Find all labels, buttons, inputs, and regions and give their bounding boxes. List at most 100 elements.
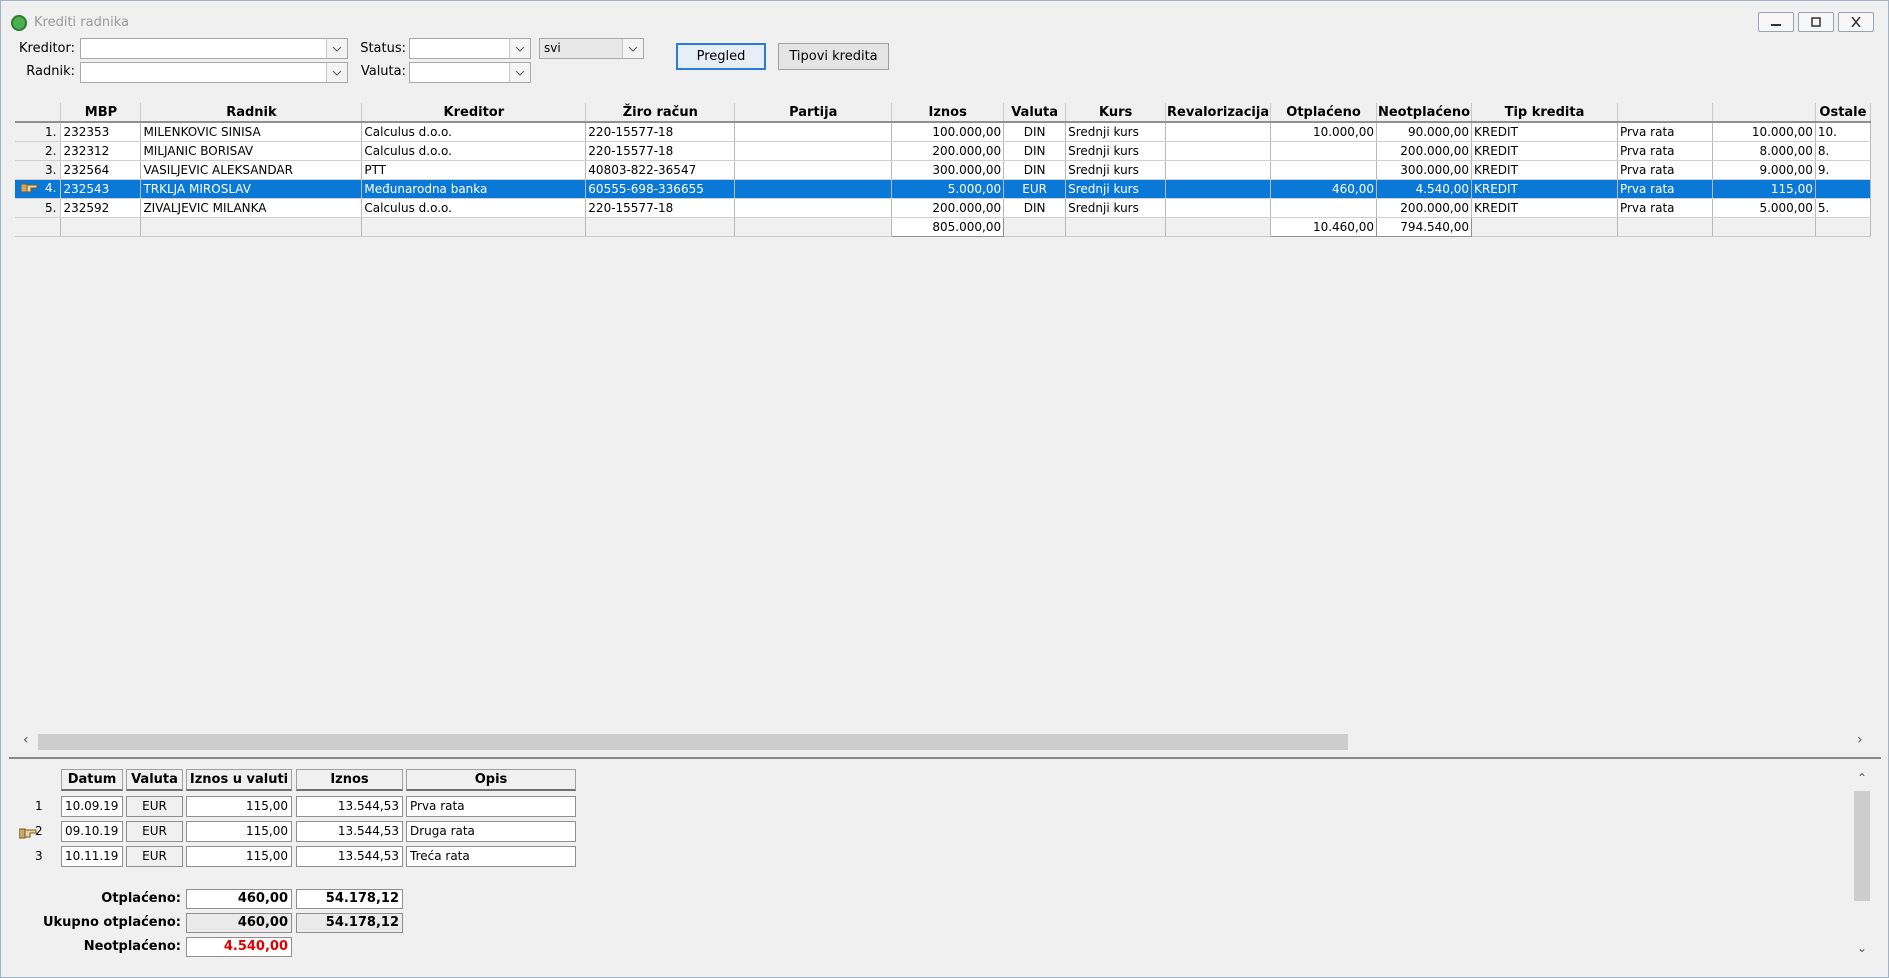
cell-partija[interactable] xyxy=(734,160,893,180)
cell-iznos[interactable]: 200.000,00 xyxy=(891,198,1005,218)
cell-opis[interactable]: Prva rata xyxy=(1617,198,1713,218)
cell-valuta[interactable]: DIN xyxy=(1003,122,1067,142)
cell-mbp[interactable]: 232564 xyxy=(60,160,142,180)
detail-header-valuta[interactable]: Valuta xyxy=(126,769,183,791)
table-row[interactable]: 3. 232564 VASILJEVIC ALEKSANDAR PTT 40803-82… xyxy=(15,160,1871,180)
valuta-cell[interactable]: EUR xyxy=(126,821,183,842)
cell-revalorizacija[interactable] xyxy=(1165,122,1272,142)
cell-kurs[interactable]: Srednji kurs xyxy=(1065,141,1167,161)
row-number[interactable]: 2. xyxy=(15,141,62,161)
col-header-rata[interactable] xyxy=(1712,103,1816,123)
cell-otplaceno[interactable]: 460,00 xyxy=(1270,179,1378,199)
cell-valuta[interactable]: DIN xyxy=(1003,141,1067,161)
detail-header-iznos[interactable]: Iznos xyxy=(296,769,403,791)
cell-iznos[interactable]: 100.000,00 xyxy=(891,122,1005,142)
cell-ziro[interactable]: 220-15577-18 xyxy=(585,141,736,161)
cell-valuta[interactable]: EUR xyxy=(1003,179,1067,199)
opis-cell[interactable]: Druga rata xyxy=(406,821,576,842)
cell-ostale[interactable]: 9. xyxy=(1815,160,1871,180)
cell-kreditor[interactable]: Calculus d.o.o. xyxy=(361,198,587,218)
table-row[interactable]: 4. 232543 TRKLJA MIROSLAV Međunarodna banka… xyxy=(15,179,1871,199)
detail-vertical-scrollbar[interactable]: ⌃ ⌄ xyxy=(1853,771,1871,957)
cell-revalorizacija[interactable] xyxy=(1165,179,1272,199)
scroll-down-icon[interactable]: ⌄ xyxy=(1857,941,1867,955)
cell-mbp[interactable]: 232353 xyxy=(60,122,142,142)
valuta-cell[interactable]: EUR xyxy=(126,796,183,817)
cell-rata[interactable]: 115,00 xyxy=(1712,179,1816,199)
cell-otplaceno[interactable]: 10.000,00 xyxy=(1270,122,1378,142)
iznos-cell[interactable]: 13.544,53 xyxy=(296,796,403,817)
panel-splitter[interactable] xyxy=(9,757,1881,759)
cell-tip-kredita[interactable]: KREDIT xyxy=(1471,179,1618,199)
col-header-opis[interactable] xyxy=(1617,103,1713,123)
col-header-iznos[interactable]: Iznos xyxy=(891,103,1005,123)
cell-valuta[interactable]: DIN xyxy=(1003,160,1067,180)
status-filter-select[interactable]: svi xyxy=(539,38,644,59)
row-number[interactable]: 4. xyxy=(15,179,62,199)
cell-ostale[interactable] xyxy=(1815,179,1871,199)
col-header-kurs[interactable]: Kurs xyxy=(1065,103,1167,123)
cell-otplaceno[interactable] xyxy=(1270,141,1378,161)
col-header-otplaceno[interactable]: Otplaćeno xyxy=(1270,103,1378,123)
scroll-thumb[interactable] xyxy=(1854,791,1870,901)
col-header-revalorizacija[interactable]: Revalorizacija xyxy=(1165,103,1272,123)
iznos-cell[interactable]: 13.544,53 xyxy=(296,846,403,867)
cell-radnik[interactable]: MILJANIC BORISAV xyxy=(140,141,363,161)
cell-radnik[interactable]: TRKLJA MIROSLAV xyxy=(140,179,363,199)
cell-neotplaceno[interactable]: 90.000,00 xyxy=(1376,122,1473,142)
close-button[interactable] xyxy=(1838,12,1874,32)
col-header-neotplaceno[interactable]: Neotplaćeno xyxy=(1376,103,1473,123)
cell-radnik[interactable]: ZIVALJEVIC MILANKA xyxy=(140,198,363,218)
cell-partija[interactable] xyxy=(734,198,893,218)
table-row[interactable]: 5. 232592 ZIVALJEVIC MILANKA Calculus d.o.o… xyxy=(15,198,1871,218)
cell-kreditor[interactable]: Međunarodna banka xyxy=(361,179,587,199)
col-header-ziro[interactable]: Žiro račun xyxy=(585,103,736,123)
cell-radnik[interactable]: VASILJEVIC ALEKSANDAR xyxy=(140,160,363,180)
col-header-partija[interactable]: Partija xyxy=(734,103,893,123)
cell-opis[interactable]: Prva rata xyxy=(1617,122,1713,142)
cell-revalorizacija[interactable] xyxy=(1165,160,1272,180)
datum-cell[interactable]: 10.11.19 xyxy=(61,846,123,867)
cell-neotplaceno[interactable]: 200.000,00 xyxy=(1376,141,1473,161)
cell-mbp[interactable]: 232543 xyxy=(60,179,142,199)
cell-rata[interactable]: 10.000,00 xyxy=(1712,122,1816,142)
iznos-valuta-cell[interactable]: 115,00 xyxy=(186,821,292,842)
iznos-valuta-cell[interactable]: 115,00 xyxy=(186,846,292,867)
cell-rata[interactable]: 5.000,00 xyxy=(1712,198,1816,218)
row-number[interactable]: 1. xyxy=(15,122,62,142)
cell-partija[interactable] xyxy=(734,141,893,161)
cell-tip-kredita[interactable]: KREDIT xyxy=(1471,198,1618,218)
datum-cell[interactable]: 10.09.19 xyxy=(61,796,123,817)
cell-opis[interactable]: Prva rata xyxy=(1617,141,1713,161)
table-row[interactable]: 1. 232353 MILENKOVIC SINISA Calculus d.o.o.… xyxy=(15,122,1871,142)
pregled-button[interactable]: Pregled xyxy=(676,43,766,70)
col-header-kreditor[interactable]: Kreditor xyxy=(361,103,587,123)
detail-header-datum[interactable]: Datum xyxy=(61,769,123,791)
cell-mbp[interactable]: 232592 xyxy=(60,198,142,218)
minimize-button[interactable] xyxy=(1758,12,1794,32)
cell-valuta[interactable]: DIN xyxy=(1003,198,1067,218)
col-header-mbp[interactable]: MBP xyxy=(60,103,142,123)
col-header-ostale[interactable]: Ostale xyxy=(1815,103,1871,123)
kreditor-select[interactable] xyxy=(80,38,348,59)
cell-tip-kredita[interactable]: KREDIT xyxy=(1471,160,1618,180)
cell-opis[interactable]: Prva rata xyxy=(1617,160,1713,180)
scroll-up-icon[interactable]: ⌃ xyxy=(1857,771,1867,785)
scroll-thumb[interactable] xyxy=(38,734,1348,750)
cell-ziro[interactable]: 220-15577-18 xyxy=(585,122,736,142)
detail-header-opis[interactable]: Opis xyxy=(406,769,576,791)
iznos-valuta-cell[interactable]: 115,00 xyxy=(186,796,292,817)
tipovi-kredita-button[interactable]: Tipovi kredita xyxy=(778,43,889,70)
detail-header-iznos-valuta[interactable]: Iznos u valuti xyxy=(186,769,292,791)
valuta-cell[interactable]: EUR xyxy=(126,846,183,867)
cell-mbp[interactable]: 232312 xyxy=(60,141,142,161)
col-header-radnik[interactable]: Radnik xyxy=(140,103,363,123)
cell-kurs[interactable]: Srednji kurs xyxy=(1065,179,1167,199)
cell-partija[interactable] xyxy=(734,122,893,142)
cell-ziro[interactable]: 220-15577-18 xyxy=(585,198,736,218)
cell-iznos[interactable]: 300.000,00 xyxy=(891,160,1005,180)
opis-cell[interactable]: Treća rata xyxy=(406,846,576,867)
cell-kreditor[interactable]: Calculus d.o.o. xyxy=(361,141,587,161)
cell-neotplaceno[interactable]: 4.540,00 xyxy=(1376,179,1473,199)
horizontal-scrollbar[interactable]: ‹ › xyxy=(15,730,1871,750)
